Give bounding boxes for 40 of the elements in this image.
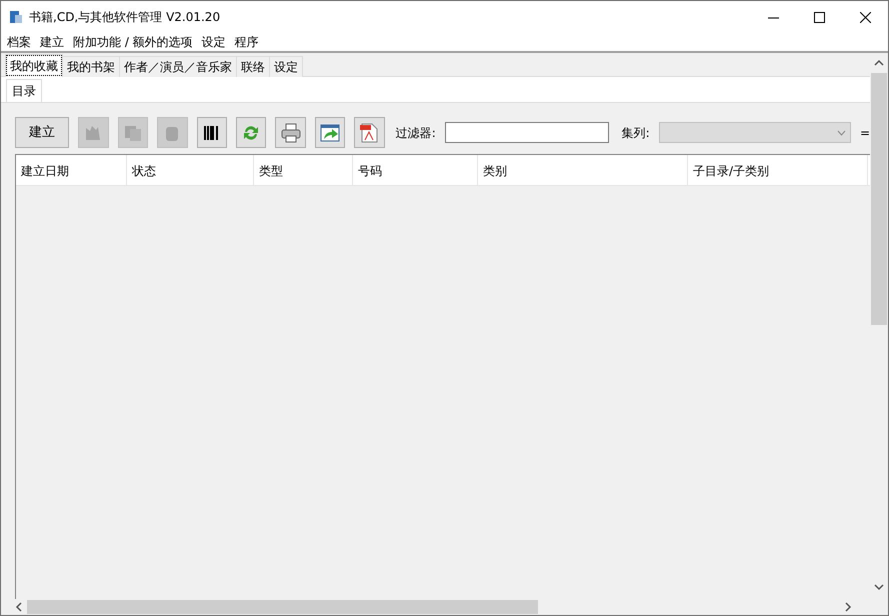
menu-item[interactable]: 程序 (234, 33, 259, 51)
window-title: 书籍,CD,与其他软件管理 V2.01.20 (29, 9, 222, 26)
tab[interactable]: 我的收藏 (5, 54, 63, 77)
refresh-button[interactable] (236, 117, 266, 148)
printer-icon (280, 122, 302, 144)
export-icon (319, 122, 342, 144)
pdf-icon (358, 122, 380, 144)
menu-item[interactable]: 设定 (202, 33, 226, 51)
column-header[interactable]: 类别 (478, 155, 688, 185)
close-icon (860, 12, 870, 22)
pdf-button[interactable] (354, 117, 385, 148)
vertical-scrollbar-thumb[interactable] (871, 73, 887, 325)
tab[interactable]: 联络 (236, 56, 270, 77)
scroll-down-icon[interactable] (874, 583, 884, 591)
menu-item[interactable]: 档案 (7, 33, 31, 51)
tab[interactable]: 我的书架 (62, 56, 120, 77)
scroll-left-icon[interactable] (15, 602, 23, 612)
create-button[interactable]: 建立 (15, 117, 70, 148)
scroll-up-icon[interactable] (874, 59, 884, 67)
scroll-right-icon[interactable] (844, 602, 852, 612)
tab[interactable]: 目录 (6, 79, 42, 102)
filter-label: 过滤器: (396, 124, 436, 142)
column-header[interactable]: 子目录/子类别 (688, 155, 868, 185)
tab[interactable]: 作者／演员／音乐家 (119, 56, 237, 77)
column-header[interactable]: 状态 (127, 155, 254, 185)
barcode-button[interactable] (196, 117, 227, 148)
printer-button[interactable] (275, 117, 306, 148)
menu-item[interactable]: 建立 (40, 33, 64, 51)
collection-label: 集列: (622, 124, 650, 142)
filter-field[interactable] (444, 122, 609, 143)
column-header[interactable]: 号码 (353, 155, 478, 185)
equals-label: = (860, 124, 870, 142)
tab[interactable]: 设定 (269, 56, 303, 77)
maximize-icon (814, 12, 824, 22)
column-header[interactable]: 建立日期 (16, 155, 127, 185)
menu-item[interactable]: 附加功能 / 额外的选项 (73, 33, 193, 51)
app-icon (9, 10, 23, 24)
column-header[interactable]: 类型 (254, 155, 353, 185)
export-button[interactable] (314, 117, 346, 148)
horizontal-scrollbar-thumb[interactable] (27, 600, 538, 614)
